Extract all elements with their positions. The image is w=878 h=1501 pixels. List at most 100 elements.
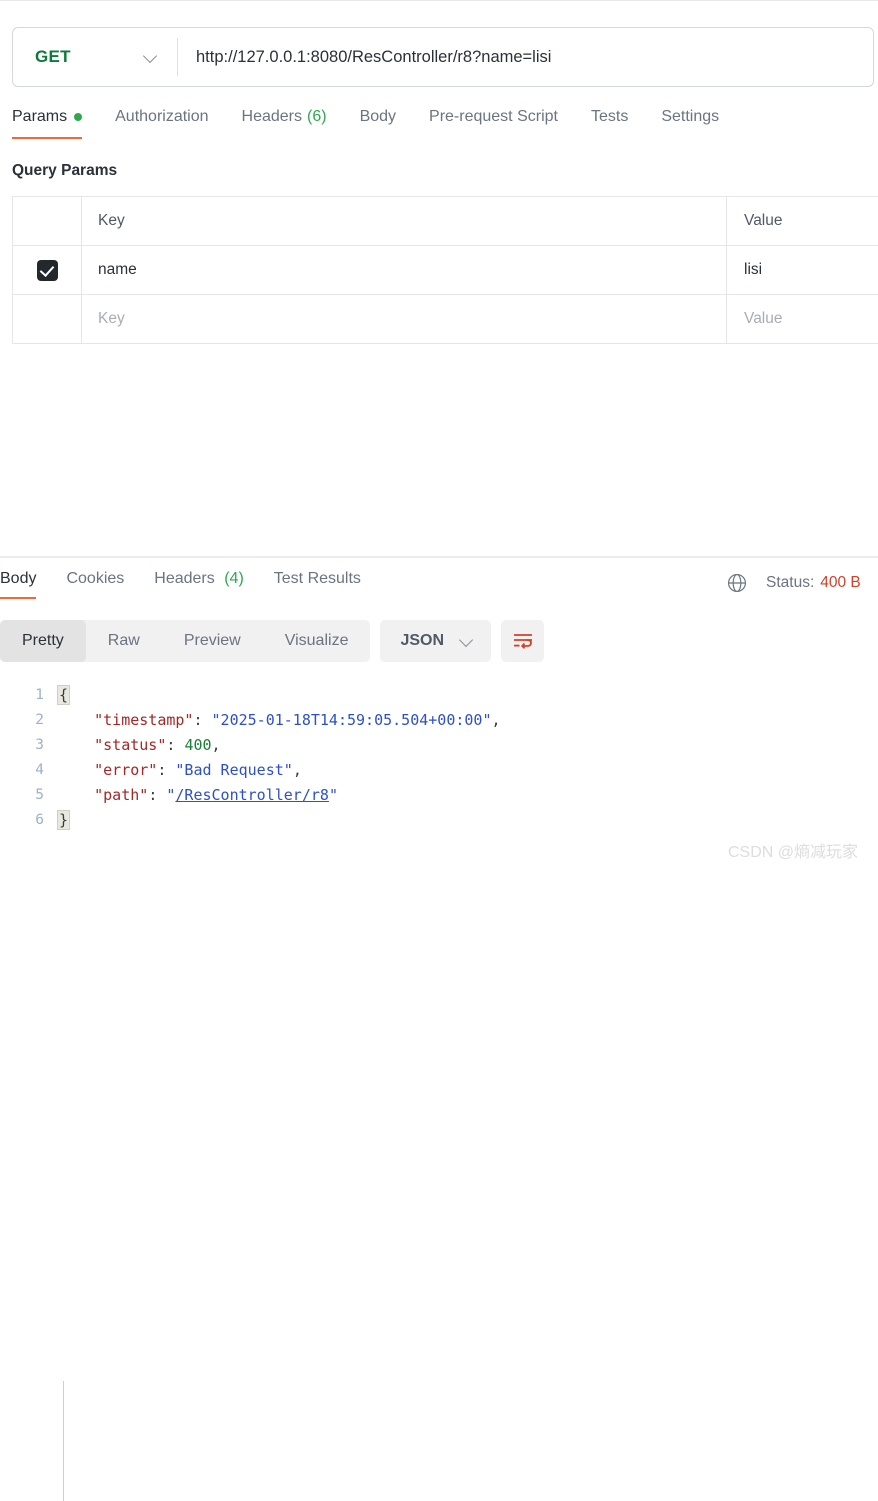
response-tab-headers[interactable]: Headers (4): [154, 570, 244, 599]
json-separator: :: [157, 761, 176, 779]
table-row: name lisi: [13, 245, 878, 294]
json-key: "path": [94, 786, 149, 804]
watermark: CSDN @熵减玩家: [728, 844, 859, 861]
tab-headers-count: (6): [307, 108, 327, 125]
brace-open: {: [57, 685, 71, 705]
response-tab-headers-label: Headers: [154, 570, 215, 587]
line-number: 3: [35, 737, 44, 753]
json-link-value[interactable]: /ResController/r8: [175, 786, 329, 804]
query-params-table: Key Value name lisi Key Value: [12, 196, 878, 344]
view-mode-visualize[interactable]: Visualize: [263, 620, 371, 662]
line-number: 6: [35, 812, 44, 828]
json-quote-close: ": [328, 786, 338, 804]
brace-close: }: [57, 810, 71, 830]
code-content: {: [57, 683, 878, 708]
code-content: "status": 400,: [58, 733, 878, 758]
tab-settings-label: Settings: [661, 108, 720, 125]
json-separator: :: [193, 711, 212, 729]
row-checkbox-cell: [13, 246, 82, 294]
header-checkbox-cell: [13, 197, 82, 245]
http-method-select[interactable]: GET: [13, 28, 177, 86]
response-status-area: Status: 400 B: [726, 570, 861, 596]
response-tab-cookies[interactable]: Cookies: [66, 570, 124, 599]
json-string-value: "2025-01-18T14:59:05.504+00:00": [211, 711, 492, 729]
tab-pre-request-script[interactable]: Pre-request Script: [429, 108, 558, 139]
response-tab-test-results[interactable]: Test Results: [274, 570, 361, 599]
tab-authorization[interactable]: Authorization: [115, 108, 208, 139]
code-content: }: [57, 808, 878, 833]
json-comma: ,: [211, 736, 221, 754]
param-value-input-empty[interactable]: Value: [727, 295, 878, 343]
unsaved-dot-icon: [74, 113, 83, 121]
param-key-input[interactable]: name: [82, 246, 727, 294]
http-method-label: GET: [35, 47, 71, 66]
json-comma: ,: [292, 761, 302, 779]
indent-guide: [63, 1381, 64, 1501]
code-line: 4 "error": "Bad Request",: [0, 758, 878, 783]
globe-icon: [727, 573, 747, 593]
code-line: 3 "status": 400,: [0, 733, 878, 758]
response-tab-body[interactable]: Body: [0, 570, 37, 599]
row-checkbox-cell-empty: [13, 295, 82, 343]
line-number: 4: [35, 762, 44, 778]
request-tabs: Params Authorization Headers (6) Body Pr…: [0, 108, 878, 148]
json-key: "status": [94, 736, 167, 754]
code-line: 2 "timestamp": "2025-01-18T14:59:05.504+…: [0, 708, 878, 733]
table-header-row: Key Value: [13, 197, 878, 245]
chevron-down-icon: [144, 50, 159, 65]
table-row-empty: Key Value: [13, 294, 878, 343]
tab-body[interactable]: Body: [360, 108, 396, 139]
tab-params-label: Params: [12, 108, 68, 125]
json-key: "error": [94, 761, 158, 779]
response-tab-test-results-label: Test Results: [273, 570, 361, 587]
tab-authorization-label: Authorization: [115, 108, 209, 125]
word-wrap-icon: [513, 634, 532, 649]
body-format-select[interactable]: JSON: [380, 620, 492, 662]
body-format-label: JSON: [400, 632, 445, 649]
line-number: 2: [35, 712, 44, 728]
json-string-value: "Bad Request": [175, 761, 293, 779]
view-mode-raw[interactable]: Raw: [86, 620, 162, 662]
request-url-input[interactable]: http://127.0.0.1:8080/ResController/r8?n…: [178, 28, 873, 86]
json-separator: :: [148, 786, 167, 804]
tab-body-label: Body: [359, 108, 397, 125]
view-mode-group: Pretty Raw Preview Visualize: [0, 620, 371, 662]
param-key-input-empty[interactable]: Key: [82, 295, 727, 343]
header-key-cell: Key: [82, 197, 727, 245]
tab-params[interactable]: Params: [12, 108, 83, 139]
tab-settings[interactable]: Settings: [661, 108, 719, 139]
param-enabled-checkbox[interactable]: [36, 259, 58, 281]
code-content: "timestamp": "2025-01-18T14:59:05.504+00…: [58, 708, 878, 733]
code-line: 6 }: [0, 808, 878, 833]
header-value-cell: Value: [744, 212, 783, 229]
query-params-title: Query Params: [12, 162, 118, 179]
json-separator: :: [166, 736, 185, 754]
code-line: 5 "path": "/ResController/r8": [0, 783, 878, 808]
view-mode-pretty[interactable]: Pretty: [0, 620, 86, 662]
view-mode-preview[interactable]: Preview: [162, 620, 263, 662]
code-line: 1 {: [0, 683, 878, 708]
status-value: 400 B: [820, 574, 861, 591]
response-divider: [0, 556, 878, 558]
word-wrap-button[interactable]: [501, 620, 545, 662]
tab-headers[interactable]: Headers (6): [242, 108, 327, 139]
request-url-bar: GET http://127.0.0.1:8080/ResController/…: [12, 27, 874, 87]
response-body-toolbar: Pretty Raw Preview Visualize JSON: [0, 620, 545, 662]
code-content: "path": "/ResController/r8": [58, 783, 878, 808]
chevron-down-icon: [460, 634, 475, 649]
response-tab-cookies-label: Cookies: [66, 570, 125, 587]
tab-pre-request-script-label: Pre-request Script: [429, 108, 558, 125]
param-value-input[interactable]: lisi: [727, 246, 878, 294]
tab-headers-label: Headers: [241, 108, 302, 125]
tab-tests-label: Tests: [590, 108, 629, 125]
line-number: 1: [35, 687, 44, 703]
json-number-value: 400: [184, 736, 212, 754]
status-label: Status:: [766, 574, 815, 591]
json-comma: ,: [491, 711, 501, 729]
response-tab-headers-count: (4): [224, 570, 244, 587]
line-number: 5: [35, 787, 44, 803]
tab-tests[interactable]: Tests: [591, 108, 628, 139]
response-tab-body-label: Body: [0, 570, 37, 587]
top-divider: [0, 0, 878, 1]
json-key: "timestamp": [94, 711, 194, 729]
